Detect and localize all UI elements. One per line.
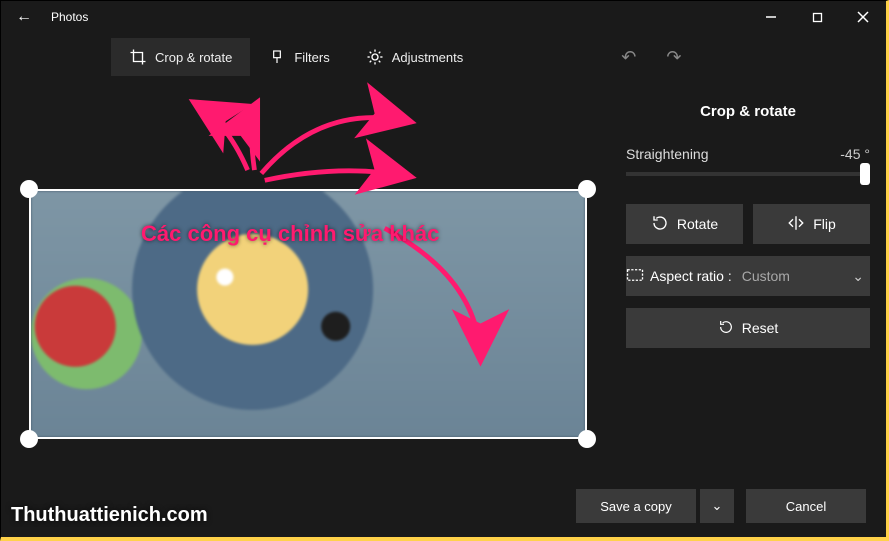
adjustments-icon: [366, 48, 384, 66]
chevron-down-icon: ⌄: [712, 498, 723, 514]
crop-handle-top-left[interactable]: [20, 180, 38, 198]
back-button[interactable]: ←: [1, 8, 47, 26]
straightening-row: Straightening -45 °: [626, 146, 870, 162]
adjustments-label: Adjustments: [392, 50, 464, 65]
crop-frame[interactable]: [29, 189, 587, 439]
slider-thumb[interactable]: [860, 163, 870, 185]
aspect-ratio-icon: [626, 268, 644, 285]
save-copy-label: Save a copy: [600, 499, 672, 514]
watermark-text: Thuthuattienich.com: [11, 504, 208, 527]
straightening-label: Straightening: [626, 146, 709, 162]
aspect-ratio-dropdown[interactable]: Aspect ratio : Custom ⌄: [626, 256, 870, 296]
minimize-button[interactable]: [748, 1, 794, 33]
cancel-button[interactable]: Cancel: [746, 489, 866, 523]
panel-title: Crop & rotate: [626, 103, 870, 120]
maximize-button[interactable]: [794, 1, 840, 33]
filters-label: Filters: [294, 50, 329, 65]
adjustments-tab[interactable]: Adjustments: [348, 38, 482, 76]
history-controls: ↶ ↷: [621, 47, 681, 68]
crop-rotate-panel: Crop & rotate Straightening -45 ° Rotate: [610, 81, 886, 537]
photos-editor-window: ← Photos Crop & rotate Filters: [0, 0, 889, 541]
flip-icon: [787, 214, 805, 235]
undo-button[interactable]: ↶: [621, 47, 636, 68]
crop-rotate-tab[interactable]: Crop & rotate: [111, 38, 250, 76]
reset-label: Reset: [742, 320, 779, 336]
straightening-slider[interactable]: [626, 172, 870, 176]
cancel-label: Cancel: [786, 499, 826, 514]
save-copy-dropdown[interactable]: ⌄: [700, 489, 734, 523]
chevron-down-icon: ⌄: [852, 268, 864, 285]
crop-handle-bottom-left[interactable]: [20, 430, 38, 448]
app-title: Photos: [47, 10, 748, 24]
image-preview: [31, 191, 585, 437]
reset-icon: [718, 319, 734, 338]
crop-handle-bottom-right[interactable]: [578, 430, 596, 448]
rotate-button[interactable]: Rotate: [626, 204, 743, 244]
rotate-label: Rotate: [677, 216, 718, 232]
footer-actions: Save a copy ⌄ Cancel: [576, 489, 866, 523]
aspect-ratio-label: Aspect ratio :: [650, 268, 732, 284]
editor-body: Các công cụ chỉnh sửa khác Crop & rot: [1, 81, 886, 537]
crop-rotate-label: Crop & rotate: [155, 50, 232, 65]
straightening-value: -45 °: [840, 146, 870, 162]
titlebar: ← Photos: [1, 1, 886, 33]
redo-button[interactable]: ↷: [666, 47, 681, 68]
crop-icon: [129, 48, 147, 66]
aspect-ratio-value: Custom: [742, 268, 790, 284]
rotate-icon: [651, 214, 669, 235]
save-copy-button[interactable]: Save a copy: [576, 489, 696, 523]
filters-tab[interactable]: Filters: [250, 38, 347, 76]
reset-button[interactable]: Reset: [626, 308, 870, 348]
filters-icon: [268, 48, 286, 66]
crop-handle-top-right[interactable]: [578, 180, 596, 198]
flip-button[interactable]: Flip: [753, 204, 870, 244]
edit-toolbar: Crop & rotate Filters Adjustments ↶ ↷: [1, 33, 886, 81]
close-button[interactable]: [840, 1, 886, 33]
flip-label: Flip: [813, 216, 836, 232]
canvas-area[interactable]: Các công cụ chỉnh sửa khác: [1, 81, 610, 537]
